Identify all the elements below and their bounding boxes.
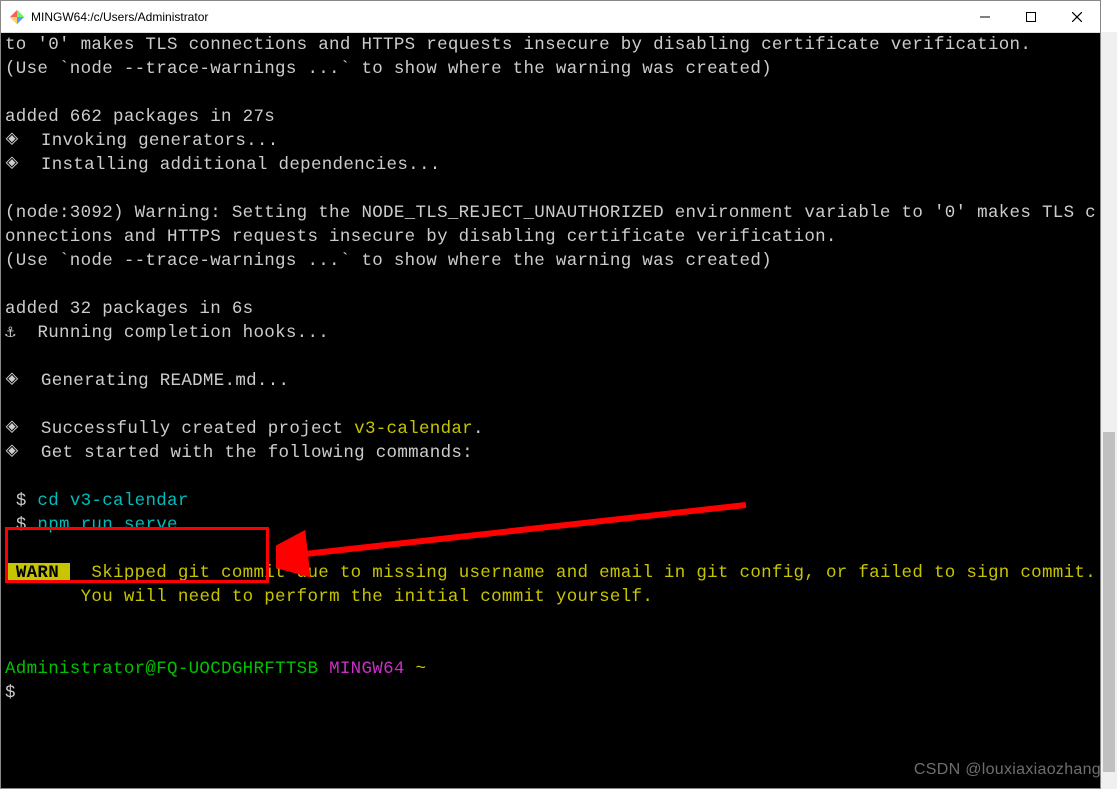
out-line: (Use `node --trace-warnings ...` to show… <box>5 251 772 271</box>
out-line: added 662 packages in 27s <box>5 107 275 127</box>
watermark: CSDN @louxiaxiaozhang <box>914 761 1101 779</box>
warn-line: You will need to perform the initial com… <box>5 587 653 607</box>
title-bar[interactable]: MINGW64:/c/Users/Administrator <box>1 1 1100 33</box>
terminal-output[interactable]: to '0' makes TLS connections and HTTPS r… <box>1 33 1100 788</box>
close-button[interactable] <box>1054 1 1100 33</box>
out-line: 🞛 Installing additional dependencies... <box>5 155 441 175</box>
out-line: 🞛 Invoking generators... <box>5 131 279 151</box>
cmd-line: $ npm run serve <box>5 515 178 535</box>
out-line: added 32 packages in 6s <box>5 299 253 319</box>
app-icon <box>9 9 25 25</box>
warn-badge: WARN <box>5 563 70 583</box>
maximize-button[interactable] <box>1008 1 1054 33</box>
out-line: ⚓ Running completion hooks... <box>5 323 329 343</box>
out-line: 🞛 Generating README.md... <box>5 371 289 391</box>
window-title: MINGW64:/c/Users/Administrator <box>31 10 208 24</box>
prompt-line: Administrator@FQ-UOCDGHRFTTSB MINGW64 ~ <box>5 659 426 679</box>
prompt-dollar[interactable]: $ <box>5 683 16 703</box>
cmd-line: $ cd v3-calendar <box>5 491 189 511</box>
out-line: (Use `node --trace-warnings ...` to show… <box>5 59 772 79</box>
out-line: 🞛 Get started with the following command… <box>5 443 473 463</box>
minimize-button[interactable] <box>962 1 1008 33</box>
scrollbar[interactable] <box>1101 32 1117 789</box>
scrollbar-thumb[interactable] <box>1103 432 1115 772</box>
out-line: (node:3092) Warning: Setting the NODE_TL… <box>5 203 1096 247</box>
terminal-window: MINGW64:/c/Users/Administrator to '0' ma… <box>0 0 1101 789</box>
warn-line: WARN Skipped git commit due to missing u… <box>5 563 1096 583</box>
out-line: 🞛 Successfully created project v3-calend… <box>5 419 484 439</box>
out-line: to '0' makes TLS connections and HTTPS r… <box>5 35 1031 55</box>
